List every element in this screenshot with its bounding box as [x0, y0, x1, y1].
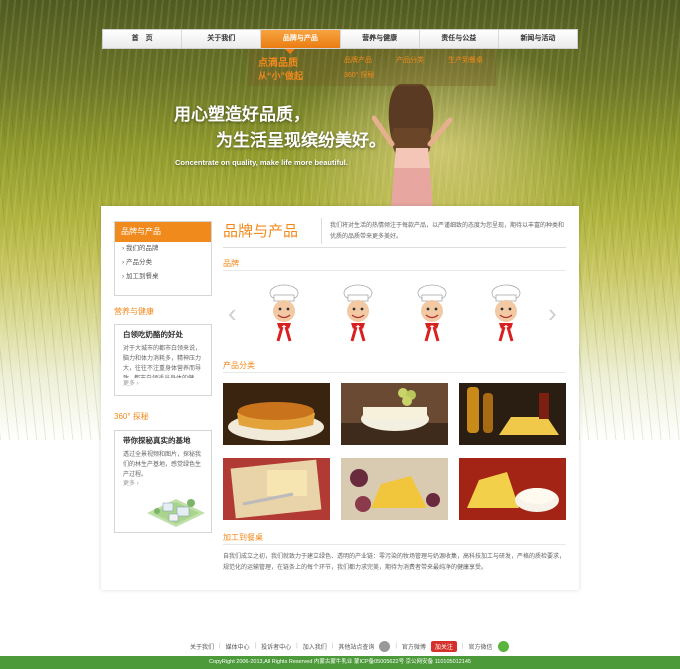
- hero-slogan-line1: 用心塑造好品质，: [174, 105, 310, 124]
- dropdown-link-categories[interactable]: 产品分类: [396, 55, 424, 65]
- footer-separator: |: [296, 643, 298, 649]
- nav-about[interactable]: 关于我们: [182, 30, 262, 48]
- kitchen-description: 自我们成立之初，我们就致力于建立绿色、透明的产业链：零污染的牧场管理与奶源收集，…: [223, 554, 566, 571]
- explore-more-link[interactable]: 更多 ›: [115, 478, 211, 487]
- categories-section-rule: [223, 372, 566, 373]
- footer-separator: |: [331, 643, 334, 649]
- title-divider: [321, 218, 322, 244]
- sidebar-explore-title: 360° 探秘: [114, 412, 149, 421]
- hero-slogan-english: Concentrate on quality, make life more b…: [175, 158, 348, 167]
- nutrition-text: 对于大城市的都市白领来说，脑力和体力消耗多，精神压力大，往往不注重身体营养而导致…: [123, 346, 202, 378]
- footer-link-media[interactable]: 媒体中心: [226, 642, 250, 651]
- footer-link-other-sites[interactable]: 其他站点查询: [338, 642, 374, 651]
- sidebar-menu: 品牌与产品 › 我们的品牌 › 产品分类 › 加工到餐桌: [114, 221, 212, 296]
- nutrition-heading: 白领吃奶酪的好处: [123, 330, 183, 339]
- footer-separator: |: [254, 643, 257, 649]
- footer-link-about[interactable]: 关于我们: [190, 642, 214, 651]
- dropdown-brand-line1: 点滴品质: [258, 58, 298, 69]
- nav-news[interactable]: 新闻与活动: [499, 30, 577, 48]
- main-page-title: 品牌与产品: [223, 223, 299, 240]
- section-title-categories: 产品分类: [223, 361, 255, 370]
- nav-nutrition[interactable]: 营养与健康: [341, 30, 420, 48]
- title-rule: [223, 247, 566, 248]
- carousel-next-button[interactable]: ›: [548, 298, 557, 328]
- weibo-follow-button[interactable]: 加关注: [430, 640, 457, 652]
- main-nav: 首 页 关于我们 品牌与产品 营养与健康 责任与公益 新闻与活动: [102, 29, 578, 49]
- sidebar-item-our-brands[interactable]: › 我们的品牌: [115, 242, 211, 256]
- nutrition-more-link[interactable]: 更多 ›: [115, 378, 211, 387]
- product-photo-cheese-selection[interactable]: [459, 458, 566, 520]
- footer-link-complaints[interactable]: 投诉者中心: [261, 642, 291, 651]
- explore-text: 透过全景视频和图片，探秘我们的林生产基地，感觉绿色生产过程。: [123, 452, 202, 478]
- footer-link-join[interactable]: 加入我们: [303, 642, 327, 651]
- sidebar-nutrition-panel[interactable]: 白领吃奶酪的好处 对于大城市的都市白领来说，脑力和体力消耗多，精神压力大，往往不…: [114, 324, 212, 396]
- footer-official-weibo[interactable]: 官方微博: [402, 642, 426, 651]
- globe-icon[interactable]: [379, 640, 391, 652]
- brand-section-rule: [223, 270, 566, 271]
- farm-map-illustration: [147, 499, 205, 527]
- sidebar-nutrition-title: 营养与健康: [114, 307, 154, 316]
- carousel-prev-button[interactable]: ‹: [228, 298, 237, 328]
- product-photo-cheese-oil[interactable]: [459, 383, 566, 445]
- brand-mascot-chef[interactable]: [339, 283, 377, 343]
- dropdown-link-brand-products[interactable]: 品牌产品: [344, 55, 372, 65]
- footer-separator: |: [395, 643, 397, 649]
- footer-links: 关于我们 | 媒体中心 | 投诉者中心 | 加入我们 | 其他站点查询 | 官方…: [190, 638, 509, 654]
- dropdown-link-360[interactable]: 360° 探秘: [344, 70, 374, 80]
- section-title-kitchen: 加工到餐桌: [223, 533, 263, 542]
- footer-separator: |: [219, 643, 221, 649]
- section-title-brand: 品牌: [223, 259, 239, 268]
- brand-mascot-chef[interactable]: [413, 283, 451, 343]
- main-intro-text: 我们将对生活的热情倾注于每款产品，以严谨细致的态度为您呈现，期待以丰富的种类和优…: [330, 223, 565, 240]
- nav-home[interactable]: 首 页: [103, 30, 183, 48]
- wechat-icon[interactable]: [497, 640, 509, 652]
- product-photo-caramel-pudding[interactable]: [223, 383, 330, 445]
- footer-separator: |: [461, 643, 464, 649]
- copyright-bar: CopyRight 2006-2013,All Rights Reserved …: [0, 656, 680, 669]
- nav-brand-products[interactable]: 品牌与产品: [261, 30, 341, 48]
- sidebar-explore-panel[interactable]: 带你探秘真实的基地 透过全景视频和图片，探秘我们的林生产基地，感觉绿色生产过程。…: [114, 430, 212, 533]
- dropdown-brand-line2: 从“小”做起: [258, 71, 304, 81]
- kitchen-section-rule: [223, 544, 566, 545]
- brand-mascot-chef[interactable]: [265, 283, 303, 343]
- nav-responsibility[interactable]: 责任与公益: [420, 30, 499, 48]
- hero-slogan-line2: 为生活呈现缤纷美好。: [216, 131, 386, 150]
- sidebar-item-categories[interactable]: › 产品分类: [115, 256, 211, 270]
- footer-official-wechat[interactable]: 官方微信: [468, 642, 492, 651]
- product-photo-cheese-grapes[interactable]: [341, 383, 448, 445]
- product-photo-cheese-knife[interactable]: [223, 458, 330, 520]
- product-photo-cheese-figs[interactable]: [341, 458, 448, 520]
- sidebar-item-kitchen[interactable]: › 加工到餐桌: [115, 270, 211, 284]
- explore-heading: 带你探秘真实的基地: [123, 436, 191, 445]
- sidebar-menu-title: 品牌与产品: [115, 222, 211, 242]
- dropdown-link-production[interactable]: 生产到餐桌: [448, 55, 483, 65]
- brand-mascot-chef[interactable]: [487, 283, 525, 343]
